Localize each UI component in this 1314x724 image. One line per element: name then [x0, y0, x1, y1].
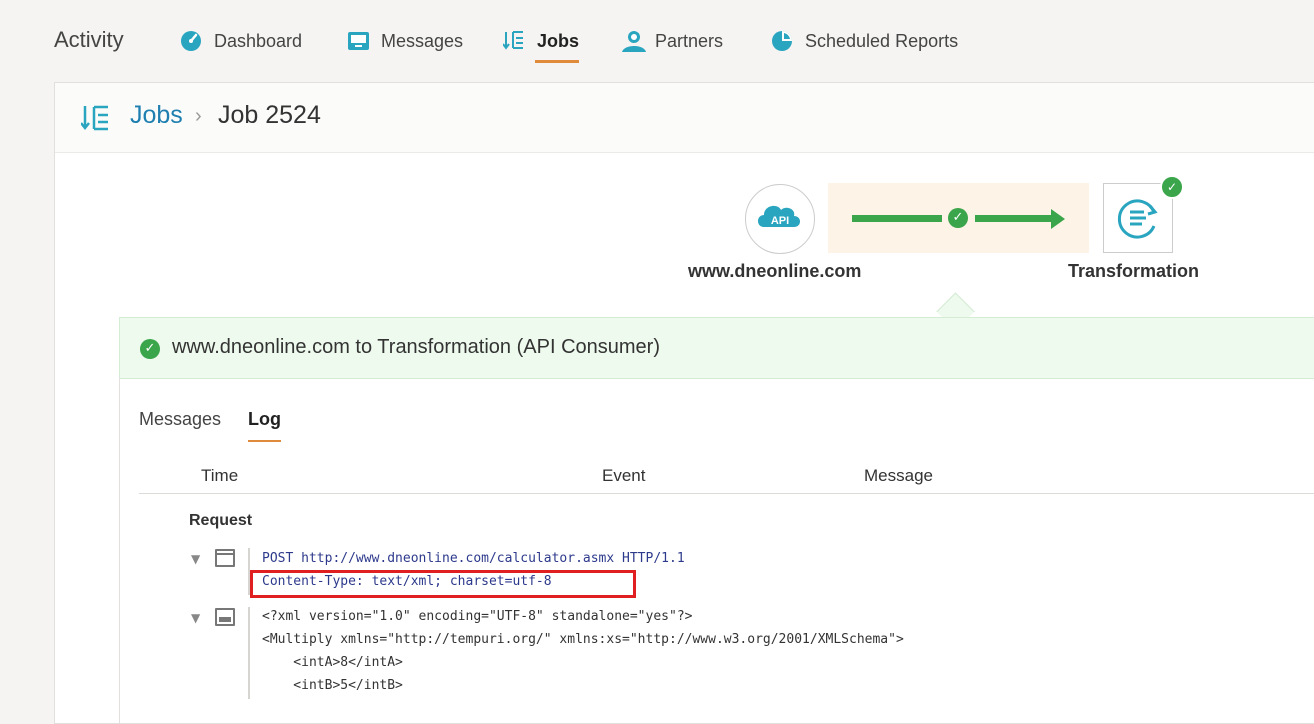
xml-line: <?xml version="1.0" encoding="UTF-8" sta… — [262, 609, 693, 624]
breadcrumb: Jobs › Job 2524 — [55, 83, 1314, 153]
nav-label: Dashboard — [214, 31, 303, 51]
headers-icon — [215, 549, 235, 567]
group-label: Request — [189, 512, 253, 529]
jobs-icon — [502, 28, 527, 54]
arrow-head-icon — [1051, 209, 1065, 229]
step-header[interactable]: ✓ www.dneonline.com to Transformation (A… — [119, 317, 1314, 379]
divider — [139, 493, 1314, 494]
chevron-down-icon[interactable]: ▼ — [191, 552, 200, 566]
source-node[interactable]: API — [745, 184, 815, 254]
tab-messages[interactable]: Messages — [139, 409, 221, 430]
breadcrumb-jobs-link[interactable]: Jobs — [130, 101, 183, 130]
divider — [119, 377, 120, 723]
inbox-icon — [347, 28, 371, 54]
target-label: Transformation — [1068, 261, 1200, 281]
partners-icon — [621, 28, 646, 54]
body-icon — [215, 608, 235, 626]
nav-dashboard[interactable]: Dashboard — [180, 28, 302, 64]
column-header-time[interactable]: Time — [201, 466, 238, 486]
gauge-icon — [180, 28, 204, 54]
api-badge: API — [771, 215, 789, 227]
chevron-down-icon[interactable]: ▼ — [191, 611, 200, 625]
nav-label: Partners — [655, 31, 724, 51]
check-icon: ✓ — [1160, 175, 1184, 199]
api-cloud-icon: API — [758, 205, 800, 227]
page-title: Job 2524 — [218, 101, 321, 129]
column-header-event[interactable]: Event — [602, 466, 645, 486]
nav-messages[interactable]: Messages — [347, 28, 463, 64]
xml-line: <intA>8</intA> — [262, 655, 403, 670]
highlight-box — [250, 570, 636, 598]
nav-label: Jobs — [537, 31, 580, 51]
nav-partners[interactable]: Partners — [621, 28, 723, 64]
divider — [248, 607, 250, 699]
request-line: POST http://www.dneonline.com/calculator… — [262, 551, 685, 566]
check-icon: ✓ — [948, 208, 968, 228]
xml-line: <intB>5</intB> — [262, 678, 403, 693]
nav-scheduled-reports[interactable]: Scheduled Reports — [771, 28, 958, 64]
tab-log[interactable]: Log — [248, 409, 281, 442]
flow-arrow-line — [975, 215, 1053, 222]
top-navigation: Activity Dashboard Messages Jobs Partner… — [0, 0, 1314, 82]
xml-line: <Multiply xmlns="http://tempuri.org/" xm… — [262, 632, 904, 647]
job-detail-panel: Jobs › Job 2524 API ✓ ✓ www.dneonline.co… — [54, 82, 1314, 724]
nav-label: Messages — [381, 31, 464, 51]
nav-label: Scheduled Reports — [805, 31, 959, 51]
nav-jobs[interactable]: Jobs — [502, 28, 580, 64]
step-title: www.dneonline.com to Transformation (API… — [172, 336, 660, 358]
pie-chart-icon — [771, 28, 795, 54]
activity-title: Activity — [54, 27, 124, 52]
breadcrumb-separator: › — [195, 105, 202, 127]
source-label: www.dneonline.com — [688, 261, 862, 281]
check-icon: ✓ — [140, 339, 160, 359]
jobs-icon — [80, 103, 111, 138]
flow-arrow-line — [852, 215, 942, 222]
column-header-message[interactable]: Message — [864, 466, 933, 486]
